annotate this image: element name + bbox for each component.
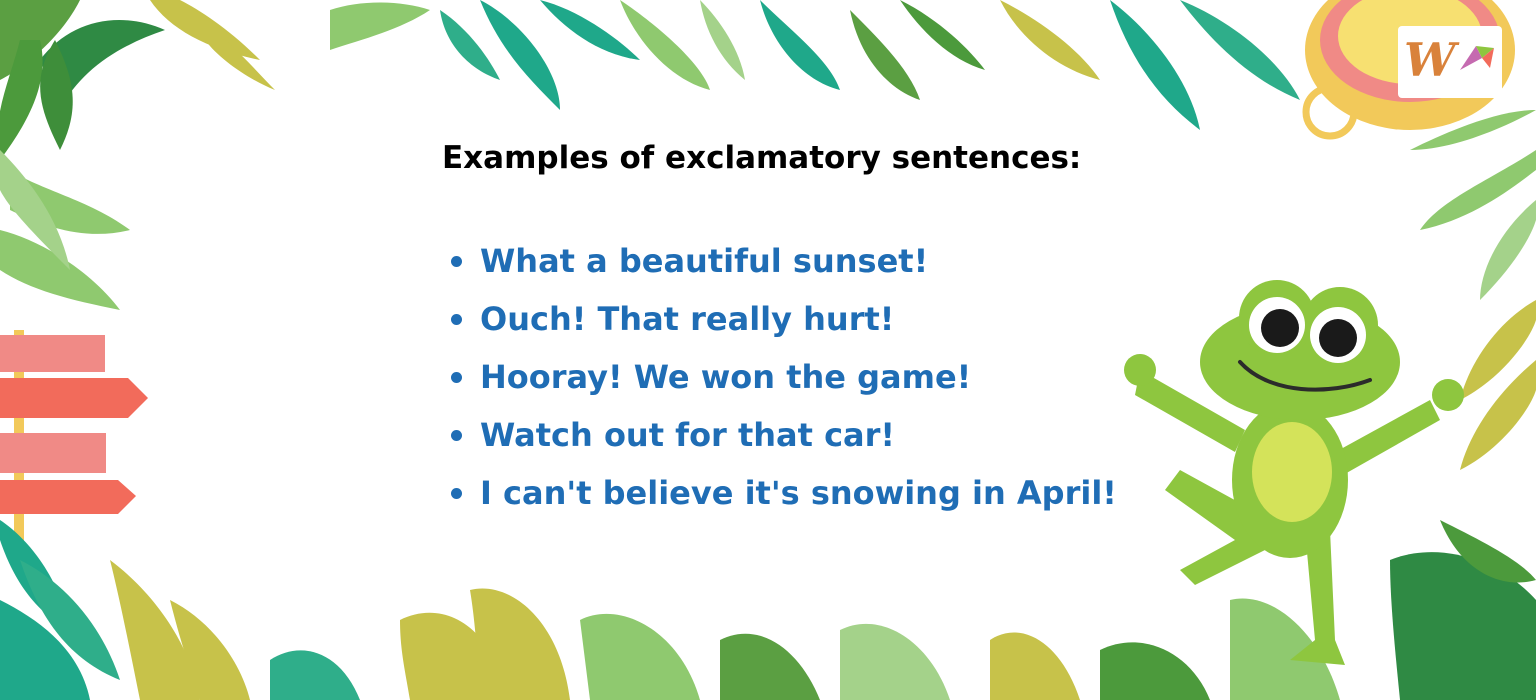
bullet-icon (451, 256, 462, 267)
logo-icon: W (1398, 26, 1502, 98)
example-sentence: Ouch! That really hurt! (480, 300, 895, 338)
leaf-icon (0, 520, 250, 700)
leaf-icon (0, 0, 165, 310)
logo-arrow-icon (1460, 46, 1494, 70)
list-item: What a beautiful sunset! (448, 232, 1117, 290)
example-sentence: I can't believe it's snowing in April! (480, 474, 1117, 512)
list-item: Watch out for that car! (448, 406, 1117, 464)
exclamatory-sentences-graphic: W Examples of exclamatory sentences: Wha… (0, 0, 1536, 700)
bullet-icon (451, 430, 462, 441)
bullet-icon (451, 314, 462, 325)
leaf-icon (270, 520, 1536, 700)
signpost-icon (0, 330, 148, 570)
example-sentence: What a beautiful sunset! (480, 242, 929, 280)
list-item: Hooray! We won the game! (448, 348, 1117, 406)
leaf-icon (330, 0, 1300, 130)
example-sentence: Watch out for that car! (480, 416, 896, 454)
leaf-icon (150, 0, 275, 90)
bullet-icon (451, 372, 462, 383)
page-title: Examples of exclamatory sentences: (442, 140, 1082, 176)
list-item: Ouch! That really hurt! (448, 290, 1117, 348)
example-sentence: Hooray! We won the game! (480, 358, 972, 396)
list-item: I can't believe it's snowing in April! (448, 464, 1117, 522)
logo-letter: W (1404, 33, 1456, 87)
examples-list: What a beautiful sunset! Ouch! That real… (448, 232, 1117, 522)
bullet-icon (451, 488, 462, 499)
